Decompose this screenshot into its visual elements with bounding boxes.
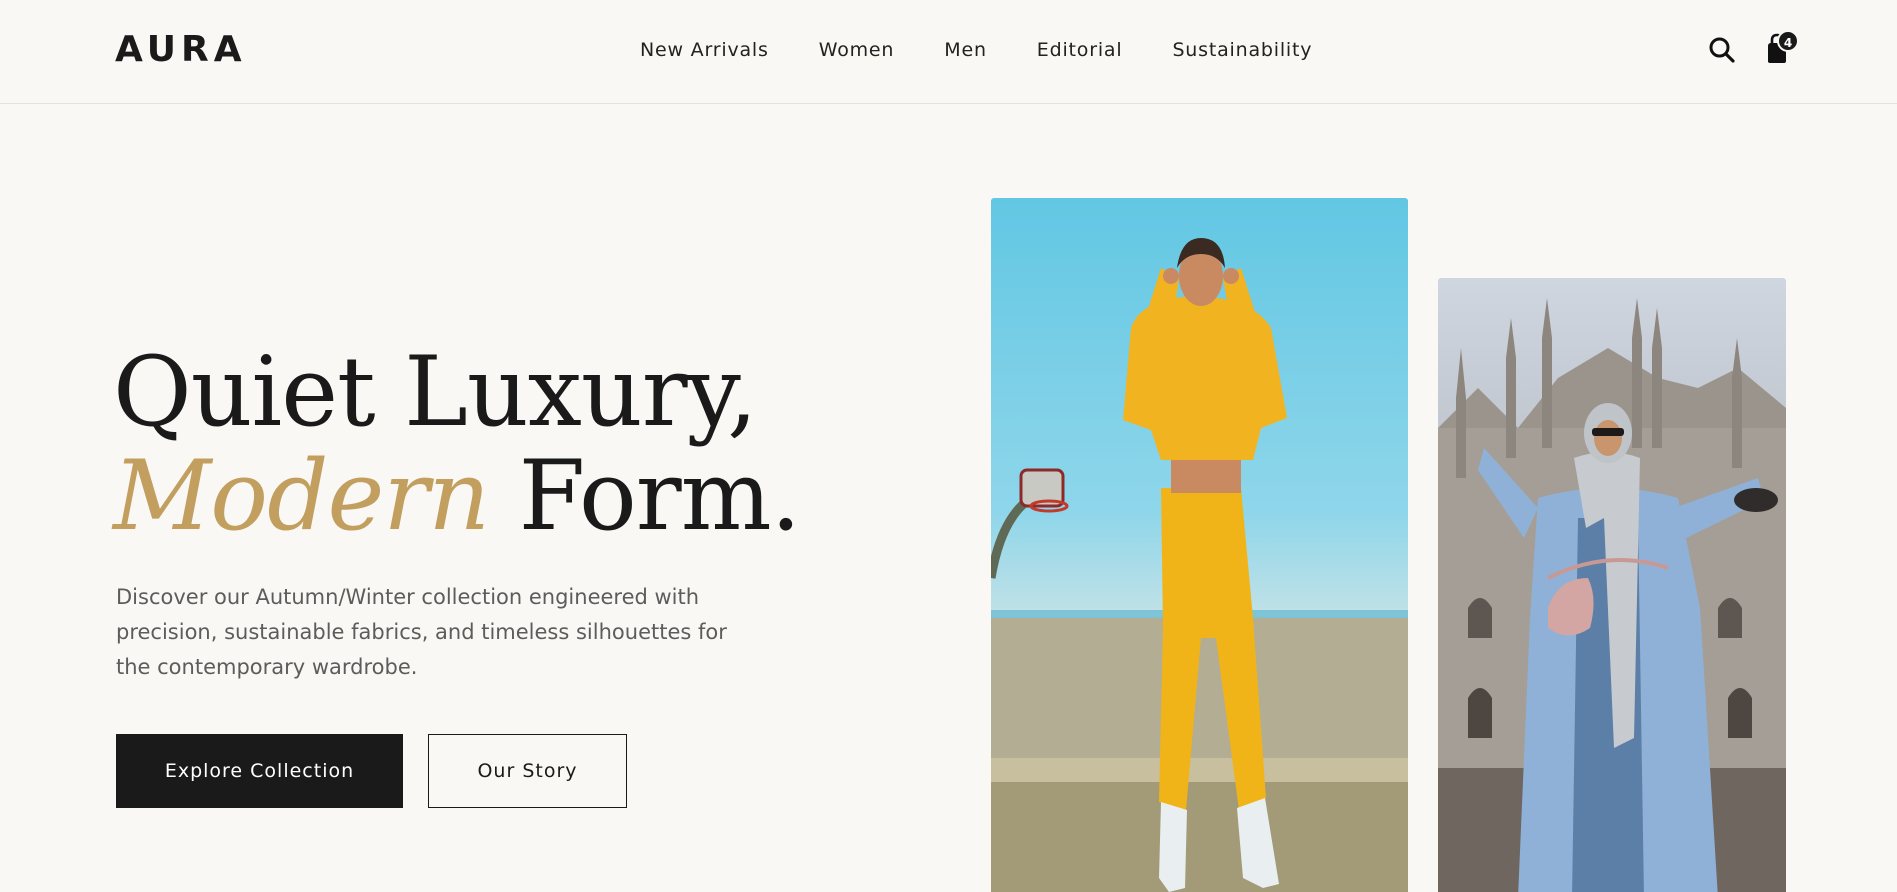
hero-title-accent: Modern [113, 440, 490, 552]
nav-item-sustainability[interactable]: Sustainability [1172, 38, 1312, 62]
nav-item-new-arrivals[interactable]: New Arrivals [640, 38, 769, 62]
hero-title: Quiet Luxury, Modern Form. [113, 336, 801, 548]
blue-coat-illustration [1438, 298, 1786, 892]
nav-item-men[interactable]: Men [944, 38, 987, 62]
hero-description: Discover our Autumn/Winter collection en… [116, 585, 727, 679]
search-button[interactable] [1708, 36, 1736, 64]
explore-collection-button[interactable]: Explore Collection [116, 734, 403, 808]
nav-item-editorial[interactable]: Editorial [1037, 38, 1123, 62]
hero-photo-yellow-tracksuit[interactable] [991, 198, 1408, 892]
hero-title-line1: Quiet Luxury, [113, 336, 758, 448]
hero-title-line2-rest: Form. [489, 440, 802, 552]
yellow-tracksuit-illustration [991, 238, 1408, 892]
cart-count-badge: 4 [1777, 30, 1799, 52]
our-story-button[interactable]: Our Story [428, 734, 627, 808]
site-header: AURA New Arrivals Women Men Editorial Su… [0, 0, 1897, 104]
nav-item-women[interactable]: Women [819, 38, 895, 62]
brand-logo[interactable]: AURA [115, 28, 247, 72]
hero-photo-blue-coat[interactable] [1438, 278, 1786, 892]
search-icon [1709, 37, 1735, 63]
cart-button[interactable]: 4 [1762, 30, 1802, 66]
main-nav: New Arrivals Women Men Editorial Sustain… [640, 38, 1312, 62]
hero-title-line2: Modern Form. [113, 444, 801, 548]
